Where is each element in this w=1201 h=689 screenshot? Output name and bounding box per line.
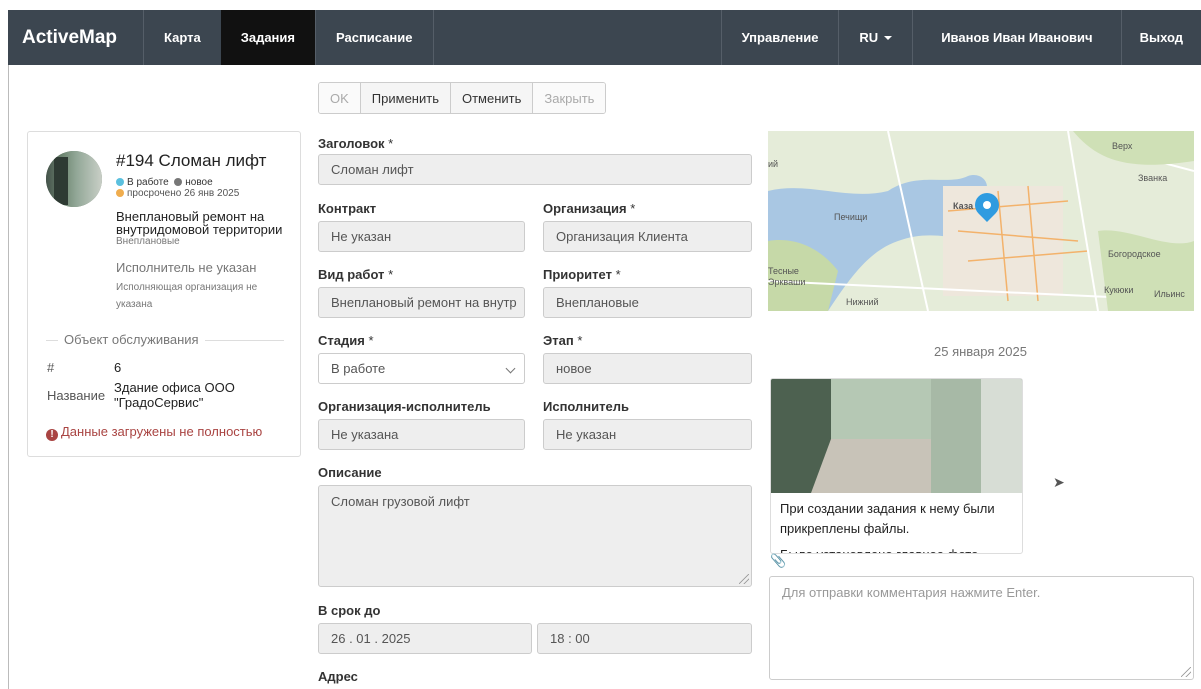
object-id-value: 6 — [114, 360, 122, 375]
deadline-date-input[interactable]: 26 . 01 . 2025 — [318, 623, 532, 654]
task-status: В работе — [127, 177, 169, 188]
task-executor: Исполнитель не указан — [116, 260, 257, 275]
load-warning-text: Данные загружены не полностью — [61, 424, 263, 439]
resize-handle-icon[interactable] — [1181, 667, 1191, 677]
step-input[interactable]: новое — [543, 353, 752, 384]
ok-button[interactable]: OK — [319, 83, 361, 113]
organization-label: Организация * — [543, 201, 636, 216]
step-label: Этап * — [543, 333, 583, 348]
overdue-dot-icon — [116, 189, 124, 197]
priority-label: Приоритет * — [543, 267, 621, 282]
description-value: Сломан грузовой лифт — [331, 494, 470, 509]
object-name-value: Здание офиса ООО "ГрадоСервис" — [114, 380, 235, 410]
deadline-label: В срок до — [318, 603, 381, 618]
resize-handle-icon[interactable] — [739, 574, 749, 584]
attachment-text-1: При создании задания к нему были прикреп… — [780, 501, 995, 536]
comment-textarea[interactable]: Для отправки комментария нажмите Enter. — [769, 576, 1194, 680]
address-label: Адрес — [318, 669, 358, 684]
nav-item-tasks[interactable]: Задания — [220, 10, 315, 65]
task-work-type: Внеплановый ремонт на внутридомовой терр… — [116, 209, 283, 237]
apply-button[interactable]: Применить — [360, 83, 451, 113]
map-label-kukyuki: Кукюки — [1104, 285, 1134, 295]
description-label: Описание — [318, 465, 382, 480]
map-label-erkvashi: Эркваши — [768, 277, 806, 287]
task-status-line: В работе новое — [116, 177, 213, 188]
object-name-key: Название — [47, 388, 106, 403]
attachment-text-2: Было установлено главное фото. — [780, 545, 1016, 553]
nav-item-map[interactable]: Карта — [143, 10, 221, 65]
attachment-card[interactable]: При создании задания к нему были прикреп… — [770, 378, 1023, 554]
map-label-pechishchi: Печищи — [834, 212, 868, 222]
nav-item-user[interactable]: Иванов Иван Иванович — [912, 10, 1120, 65]
title-input[interactable]: Сломан лифт — [318, 154, 752, 185]
task-summary-card: #194 Сломан лифт В работе новое просроче… — [27, 131, 301, 457]
map-label-nizhniy: Нижний — [846, 297, 879, 307]
stage-select-value: В работе — [331, 361, 386, 376]
exec-org-input[interactable]: Не указана — [318, 419, 525, 450]
object-id-key: # — [47, 360, 55, 375]
browser-strip — [0, 0, 1201, 10]
executor-label: Исполнитель — [543, 399, 629, 414]
nav-item-schedule[interactable]: Расписание — [315, 10, 433, 65]
contract-input[interactable]: Не указан — [318, 221, 525, 252]
task-overdue: просрочено 26 янв 2025 — [116, 188, 239, 199]
executor-input[interactable]: Не указан — [543, 419, 752, 450]
deadline-time-input[interactable]: 18 : 00 — [537, 623, 752, 654]
map-label-tesnye: Тесные — [768, 266, 799, 276]
title-label: Заголовок * — [318, 136, 394, 151]
map-label-ilinskoe: Ильинс — [1154, 289, 1185, 299]
top-navbar: ActiveMap Карта Задания Расписание Управ… — [8, 10, 1201, 65]
map-label-verh: Верх — [1112, 141, 1133, 151]
caret-down-icon — [884, 35, 893, 40]
share-icon[interactable]: ➤ — [1053, 474, 1065, 491]
stage-dot-icon — [174, 178, 183, 186]
worktype-input[interactable]: Внеплановый ремонт на внутр — [318, 287, 525, 318]
organization-input[interactable]: Организация Клиента — [543, 221, 752, 252]
priority-input[interactable]: Внеплановые — [543, 287, 752, 318]
feed-date: 25 января 2025 — [934, 344, 1027, 359]
contract-label: Контракт — [318, 201, 377, 216]
logout-link[interactable]: Выход — [1120, 10, 1201, 65]
stage-label: Стадия * — [318, 333, 374, 348]
worktype-label: Вид работ * — [318, 267, 394, 282]
map-label-kazan: Каза — [953, 201, 974, 211]
attachment-photo[interactable] — [771, 379, 1022, 493]
paperclip-icon[interactable]: 📎 — [770, 553, 786, 569]
task-executor-org: Исполняющая организация не указана — [116, 282, 258, 310]
stage-select[interactable]: В работе — [318, 353, 525, 384]
nav-spacer — [432, 10, 721, 65]
map-label-edge: ий — [768, 159, 779, 169]
page-left-border — [8, 65, 9, 689]
language-dropdown[interactable]: RU — [838, 10, 912, 65]
task-overdue-text: просрочено 26 янв 2025 — [127, 188, 240, 199]
location-map[interactable]: Печищи Каза Званка Богородское Кукюки Ил… — [768, 131, 1194, 311]
exclamation-circle-icon: ! — [46, 429, 58, 441]
task-stage: новое — [185, 177, 213, 188]
map-label-bogorodskoe: Богородское — [1108, 249, 1161, 259]
cancel-button[interactable]: Отменить — [450, 83, 534, 113]
form-toolbar: OK Применить Отменить Закрыть — [318, 82, 607, 114]
description-textarea[interactable]: Сломан грузовой лифт — [318, 485, 752, 587]
object-legend: Объект обслуживания — [58, 332, 205, 347]
status-dot-icon — [116, 178, 124, 186]
map-label-zvanka: Званка — [1138, 173, 1168, 183]
map-tiles — [768, 131, 1194, 311]
attachment-text: При создании задания к нему были прикреп… — [780, 499, 1016, 553]
task-title: #194 Сломан лифт — [116, 151, 267, 170]
nav-item-management[interactable]: Управление — [720, 10, 839, 65]
language-label: RU — [859, 30, 879, 45]
load-warning: ! Данные загружены не полностью — [46, 424, 262, 441]
task-priority: Внеплановые — [116, 236, 180, 247]
brand-logo[interactable]: ActiveMap — [8, 10, 143, 65]
chevron-down-icon — [505, 363, 516, 374]
close-button[interactable]: Закрыть — [533, 83, 606, 113]
task-avatar — [46, 151, 102, 207]
exec-org-label: Организация-исполнитель — [318, 399, 491, 414]
comment-placeholder: Для отправки комментария нажмите Enter. — [782, 585, 1041, 600]
